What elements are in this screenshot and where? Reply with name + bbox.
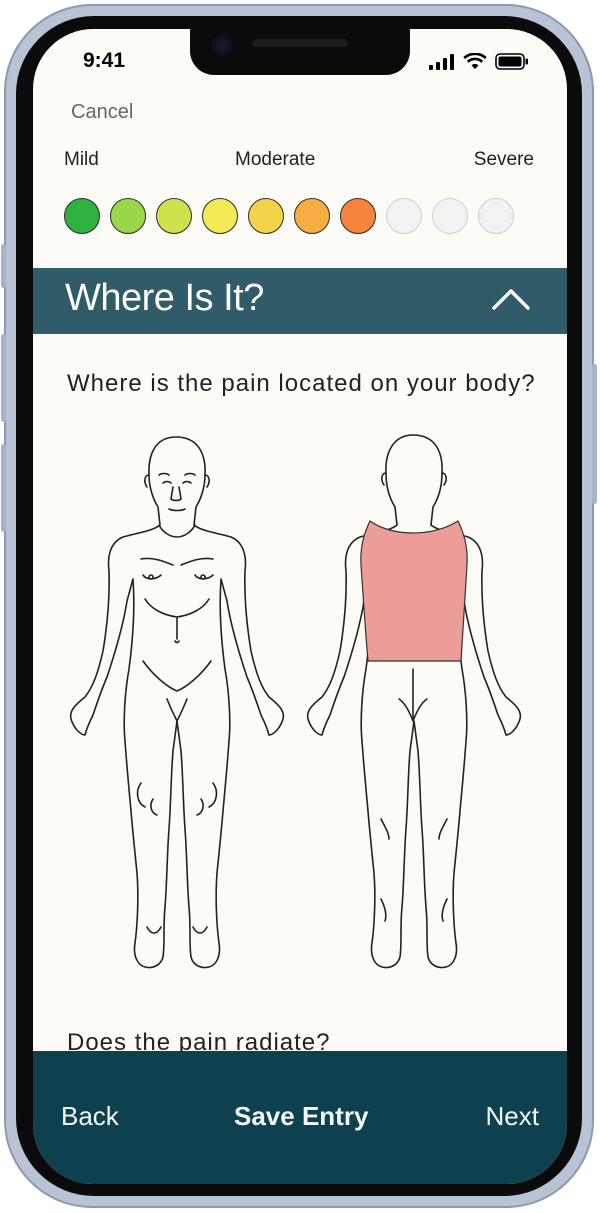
front-camera	[212, 35, 232, 55]
volume-up-button	[1, 334, 6, 422]
severity-label-severe: Severe	[473, 149, 534, 170]
app-screen: 9:41 Cancel Mild Moderate Severe Where I…	[33, 29, 567, 1184]
section-header-where[interactable]: Where Is It?	[33, 268, 567, 334]
power-button	[592, 364, 597, 504]
speaker-grille	[252, 39, 348, 47]
body-back-figure[interactable]	[306, 434, 522, 969]
notch	[190, 29, 410, 75]
status-icons	[429, 53, 529, 70]
back-button[interactable]: Back	[61, 1101, 119, 1132]
severity-dot-1[interactable]	[64, 198, 100, 234]
severity-dot-10[interactable]	[478, 198, 514, 234]
severity-dot-3[interactable]	[156, 198, 192, 234]
severity-dot-8[interactable]	[386, 198, 422, 234]
cellular-signal-icon	[429, 53, 454, 70]
next-button[interactable]: Next	[486, 1101, 539, 1132]
pain-region-upper-back[interactable]	[360, 520, 468, 662]
mute-switch	[1, 244, 6, 288]
location-question: Where is the pain located on your body?	[67, 370, 536, 397]
battery-icon	[495, 53, 528, 70]
severity-label-mild: Mild	[64, 149, 99, 170]
save-entry-button[interactable]: Save Entry	[234, 1101, 368, 1132]
chevron-up-icon[interactable]	[491, 286, 531, 312]
severity-dot-9[interactable]	[432, 198, 468, 234]
section-title: Where Is It?	[65, 277, 264, 319]
status-time: 9:41	[83, 49, 126, 72]
volume-down-button	[1, 444, 6, 532]
severity-dot-7[interactable]	[340, 198, 376, 234]
cancel-button[interactable]: Cancel	[71, 101, 133, 124]
severity-label-moderate: Moderate	[235, 149, 316, 170]
wifi-icon	[463, 53, 487, 69]
bottom-nav-bar: Back Save Entry Next	[33, 1051, 567, 1184]
severity-selector	[64, 198, 514, 234]
body-front-figure[interactable]	[69, 436, 285, 969]
severity-dot-6[interactable]	[294, 198, 330, 234]
severity-dot-2[interactable]	[110, 198, 146, 234]
severity-dot-4[interactable]	[202, 198, 238, 234]
severity-dot-5[interactable]	[248, 198, 284, 234]
body-map[interactable]	[63, 429, 553, 989]
